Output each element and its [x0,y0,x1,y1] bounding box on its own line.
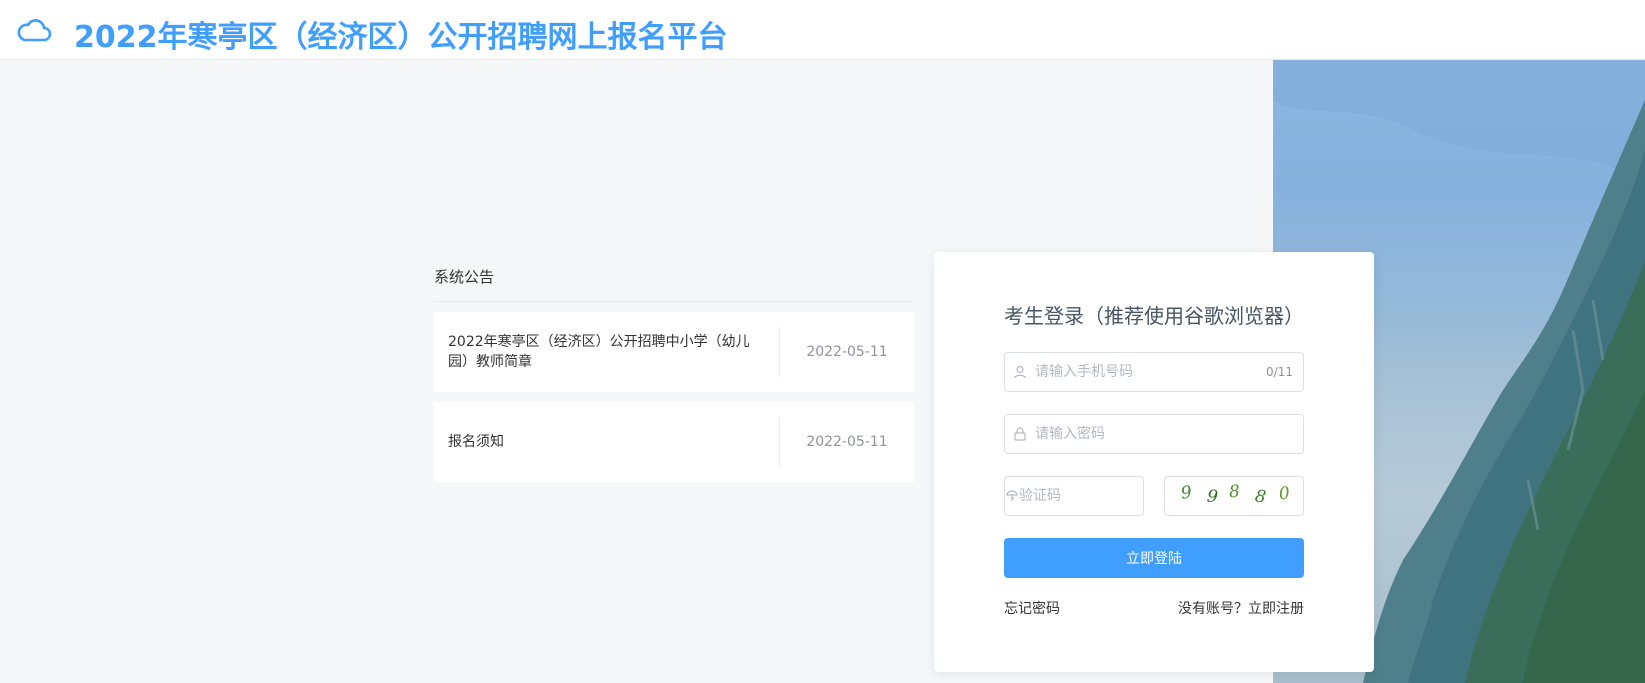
login-button[interactable]: 立即登陆 [1004,538,1304,578]
captcha-char: 9 [1179,482,1194,504]
announcement-item-date: 2022-05-11 [806,344,888,360]
phone-input[interactable] [1035,353,1267,391]
user-icon [1005,352,1035,392]
page-title: 2022年寒亭区（经济区）公开招聘网上报名平台 [74,20,728,55]
register-link[interactable]: 没有账号？立即注册 [1178,598,1304,618]
lock-icon [1005,414,1035,454]
cloud-icon [17,19,52,42]
captcha-char: 8 [1253,486,1268,508]
login-title: 考生登录（推荐使用谷歌浏览器） [1004,304,1304,328]
header: 2022年寒亭区（经济区）公开招聘网上报名平台 [0,0,1645,60]
password-field[interactable] [1004,414,1304,454]
captcha-char: 0 [1277,483,1291,505]
captcha-field[interactable] [1004,476,1193,516]
announcement-item[interactable]: 报名须知 2022-05-11 [434,402,914,482]
captcha-image[interactable]: 9 9 8 8 0 [1164,476,1304,516]
key-icon [1005,476,1019,516]
captcha-char: 9 [1205,486,1219,508]
announcement-item-date: 2022-05-11 [806,434,888,450]
announcement-item[interactable]: 2022年寒亭区（经济区）公开招聘中小学（幼儿园）教师简章 2022-05-11 [434,312,914,392]
password-input[interactable] [1035,415,1303,453]
announcement-panel: 系统公告 2022年寒亭区（经济区）公开招聘中小学（幼儿园）教师简章 2022-… [434,258,914,482]
phone-char-counter: 0/11 [1266,365,1293,379]
login-card: 考生登录（推荐使用谷歌浏览器） 0/11 9 9 8 8 0 立即登陆 忘记密码… [934,252,1374,672]
announcement-title: 系统公告 [434,258,914,302]
announcement-item-title[interactable]: 报名须知 [448,402,758,482]
announcement-item-title[interactable]: 2022年寒亭区（经济区）公开招聘中小学（幼儿园）教师简章 [448,312,758,392]
forgot-password-link[interactable]: 忘记密码 [1004,598,1060,618]
phone-field[interactable]: 0/11 [1004,352,1304,392]
captcha-char: 8 [1228,481,1241,503]
